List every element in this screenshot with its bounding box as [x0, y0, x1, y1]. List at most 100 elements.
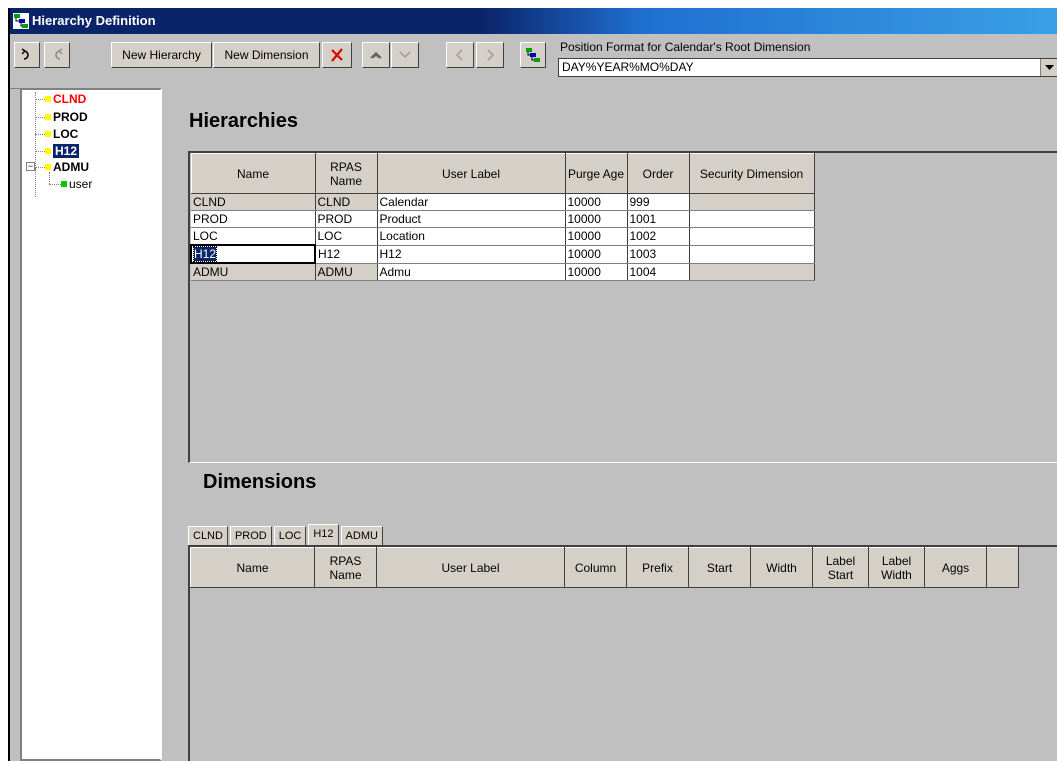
- table-row[interactable]: CLND CLND Calendar 10000 999: [191, 193, 815, 211]
- cell-user-label[interactable]: Calendar: [377, 193, 566, 211]
- cell-rpas-name[interactable]: LOC: [315, 227, 378, 246]
- move-left-button[interactable]: [446, 42, 474, 68]
- tab-loc[interactable]: LOC: [273, 526, 307, 545]
- cell-rpas-name[interactable]: CLND: [315, 193, 378, 211]
- col-rpas-name-header[interactable]: RPAS Name: [314, 153, 378, 194]
- cell-order[interactable]: 1003: [627, 245, 690, 264]
- move-up-button[interactable]: [362, 42, 390, 68]
- cell-name[interactable]: PROD: [191, 210, 316, 228]
- cell-order[interactable]: 1002: [627, 227, 690, 246]
- hierarchy-tree-icon: [525, 47, 541, 63]
- new-hierarchy-button[interactable]: New Hierarchy: [111, 42, 212, 68]
- dim-col-aggs-header[interactable]: Aggs: [924, 547, 987, 588]
- dim-col-name-header[interactable]: Name: [190, 547, 315, 588]
- cell-user-label[interactable]: Location: [377, 227, 566, 246]
- table-row[interactable]: H12 H12 H12 10000 1003: [190, 244, 815, 264]
- dim-col-prefix-header[interactable]: Prefix: [626, 547, 689, 588]
- cell-name[interactable]: ADMU: [191, 263, 316, 281]
- node-square-icon: [45, 148, 51, 154]
- tree-connector: [35, 134, 45, 135]
- cell-rpas-name[interactable]: PROD: [315, 210, 378, 228]
- table-row[interactable]: PROD PROD Product 10000 1001: [191, 210, 815, 228]
- move-right-button[interactable]: [476, 42, 504, 68]
- dim-col-extra-header[interactable]: [986, 547, 1019, 588]
- cell-purge-age[interactable]: 10000: [565, 263, 628, 281]
- cell-user-label[interactable]: Product: [377, 210, 566, 228]
- cell-security-dimension[interactable]: [689, 263, 815, 281]
- tree-connector: [35, 92, 36, 170]
- redo-icon: [50, 48, 64, 62]
- cell-security-dimension[interactable]: [689, 245, 815, 264]
- chevron-right-icon: [484, 48, 496, 62]
- hierarchy-icon: [13, 13, 29, 29]
- position-format-label: Position Format for Calendar's Root Dime…: [560, 40, 811, 54]
- dim-col-label-width-header[interactable]: Label Width: [868, 547, 925, 588]
- toolbar: New Hierarchy New Dimension Position For…: [10, 34, 1057, 89]
- tab-h12[interactable]: H12: [308, 524, 339, 545]
- cell-security-dimension[interactable]: [689, 193, 815, 211]
- tree-node-admu[interactable]: ADMU: [53, 160, 89, 174]
- col-name-header[interactable]: Name: [190, 153, 316, 194]
- dim-col-rpas-name-header[interactable]: RPAS Name: [314, 547, 377, 588]
- child-square-icon: [61, 181, 67, 187]
- tree-connector: [35, 167, 36, 197]
- move-down-button[interactable]: [391, 42, 419, 68]
- hierarchy-tree-button[interactable]: [520, 42, 546, 68]
- tree-node-clnd[interactable]: CLND: [53, 92, 86, 106]
- col-security-dimension-header[interactable]: Security Dimension: [688, 153, 815, 194]
- cell-purge-age[interactable]: 10000: [565, 193, 628, 211]
- cell-name[interactable]: CLND: [191, 193, 316, 211]
- table-row[interactable]: ADMU ADMU Admu 10000 1004: [191, 263, 815, 281]
- hierarchy-tree-panel[interactable]: CLND PROD LOC H12 − ADMU user: [20, 88, 162, 761]
- tree-node-user[interactable]: user: [69, 177, 92, 191]
- col-order-header[interactable]: Order: [626, 153, 690, 194]
- redo-button[interactable]: [44, 42, 70, 68]
- col-user-label-header[interactable]: User Label: [376, 153, 566, 194]
- node-square-icon: [45, 164, 51, 170]
- tab-prod[interactable]: PROD: [229, 526, 272, 545]
- position-format-value: DAY%YEAR%MO%DAY: [562, 60, 694, 74]
- chevron-down-icon: [398, 49, 412, 61]
- dim-col-width-header[interactable]: Width: [750, 547, 813, 588]
- cell-name[interactable]: LOC: [191, 227, 316, 246]
- tab-clnd[interactable]: CLND: [188, 526, 228, 545]
- hierarchies-title: Hierarchies: [189, 110, 298, 132]
- cell-security-dimension[interactable]: [689, 210, 815, 228]
- dim-col-label-start-header[interactable]: Label Start: [812, 547, 869, 588]
- cell-order[interactable]: 1004: [627, 263, 690, 281]
- cell-user-label[interactable]: H12: [377, 245, 566, 264]
- table-row[interactable]: LOC LOC Location 10000 1002: [191, 227, 815, 246]
- cell-order[interactable]: 1001: [627, 210, 690, 228]
- hierarchies-grid: Name RPAS Name User Label Purge Age Orde…: [188, 151, 1057, 463]
- tree-node-prod[interactable]: PROD: [53, 110, 88, 124]
- tree-connector: [35, 167, 45, 168]
- position-format-select[interactable]: DAY%YEAR%MO%DAY: [558, 58, 1057, 77]
- collapse-toggle-icon[interactable]: −: [26, 162, 35, 171]
- tree-connector: [35, 117, 45, 118]
- undo-button[interactable]: [14, 42, 40, 68]
- cell-security-dimension[interactable]: [689, 227, 815, 246]
- dropdown-arrow-icon[interactable]: [1040, 59, 1057, 76]
- dim-col-column-header[interactable]: Column: [564, 547, 627, 588]
- main-panel: Hierarchies Name RPAS Name User Label Pu…: [168, 88, 1057, 761]
- cell-purge-age[interactable]: 10000: [565, 210, 628, 228]
- hierarchy-definition-window: Hierarchy Definition New Hierarchy New D…: [8, 8, 1057, 761]
- cell-rpas-name[interactable]: H12: [315, 245, 378, 264]
- cell-purge-age[interactable]: 10000: [565, 245, 628, 264]
- cell-name-selected[interactable]: H12: [190, 244, 316, 264]
- new-dimension-button[interactable]: New Dimension: [213, 42, 320, 68]
- chevron-up-icon: [369, 49, 383, 61]
- col-purge-age-header[interactable]: Purge Age: [564, 153, 628, 194]
- cell-order[interactable]: 999: [627, 193, 690, 211]
- tree-node-loc[interactable]: LOC: [53, 127, 78, 141]
- cell-rpas-name[interactable]: ADMU: [315, 263, 378, 281]
- cell-purge-age[interactable]: 10000: [565, 227, 628, 246]
- tree-node-h12[interactable]: H12: [53, 144, 80, 158]
- dimensions-grid: Name RPAS Name User Label Column Prefix …: [188, 545, 1057, 761]
- delete-button[interactable]: [322, 42, 352, 68]
- title-bar[interactable]: Hierarchy Definition: [10, 8, 1057, 34]
- tab-admu[interactable]: ADMU: [340, 526, 383, 545]
- dim-col-user-label-header[interactable]: User Label: [376, 547, 565, 588]
- cell-user-label[interactable]: Admu: [377, 263, 566, 281]
- dim-col-start-header[interactable]: Start: [688, 547, 751, 588]
